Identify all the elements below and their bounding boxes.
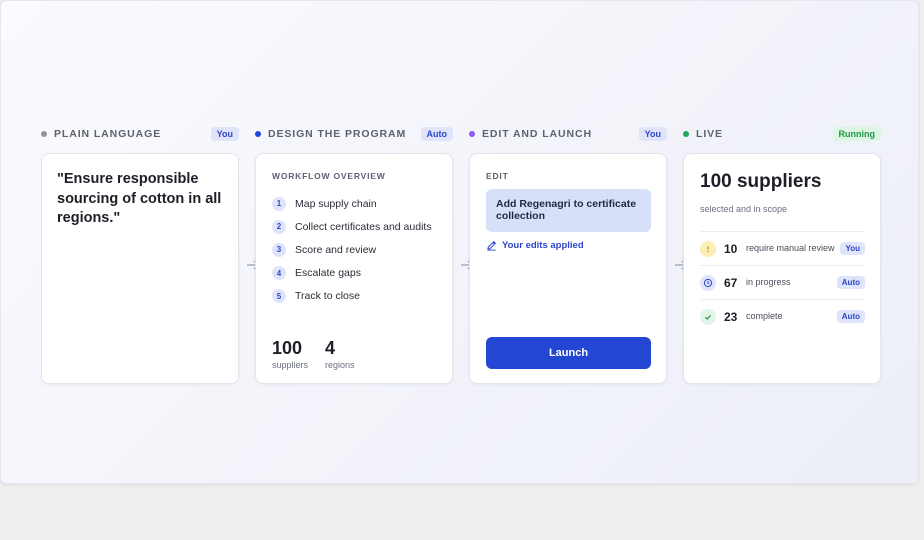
stage-header-edit: EDIT AND LAUNCH You bbox=[469, 125, 667, 143]
section-label: WORKFLOW OVERVIEW bbox=[272, 171, 386, 181]
stage-header-plain-language: PLAIN LANGUAGE You bbox=[41, 125, 239, 143]
status-count: 10 bbox=[724, 241, 738, 256]
stage-header-live: LIVE Running bbox=[683, 125, 881, 143]
stage-label: PLAIN LANGUAGE bbox=[54, 128, 162, 140]
stat-suppliers: 100 suppliers bbox=[272, 338, 308, 370]
status-dot bbox=[469, 131, 475, 137]
launch-button[interactable]: Launch bbox=[486, 337, 651, 369]
owner-badge: Auto bbox=[420, 127, 453, 141]
workflow-steps: 1 Map supply chain 2 Collect certificate… bbox=[272, 192, 432, 308]
workflow-panel: PLAIN LANGUAGE You DESIGN THE PROGRAM Au… bbox=[0, 0, 919, 484]
workflow-step: 5 Track to close bbox=[272, 285, 432, 308]
stat-value: 100 bbox=[272, 338, 303, 358]
status-label: require manual review bbox=[746, 242, 835, 253]
stat-caption: suppliers bbox=[272, 360, 309, 370]
status-list: 10 require manual review You 67 in progr… bbox=[700, 231, 865, 333]
stage-label: DESIGN THE PROGRAM bbox=[268, 128, 407, 140]
edits-applied-text: Your edits applied bbox=[502, 240, 584, 251]
step-number: 4 bbox=[272, 266, 286, 281]
step-number: 3 bbox=[272, 242, 286, 257]
stat-value: 4 bbox=[325, 338, 336, 358]
step-text: Escalate gaps bbox=[295, 267, 361, 280]
step-text: Score and review bbox=[295, 243, 377, 256]
status-label: complete bbox=[746, 310, 783, 321]
program-stats: 100 suppliers 4 regions bbox=[272, 338, 355, 370]
live-title: 100 suppliers bbox=[700, 171, 822, 192]
owner-badge: You bbox=[840, 242, 865, 255]
edit-suggestion[interactable]: Add Regenagri to certificate collection bbox=[486, 189, 651, 232]
goal-quote: "Ensure responsible sourcing of cotton i… bbox=[57, 171, 222, 226]
check-icon bbox=[700, 308, 716, 325]
stage-label: EDIT AND LAUNCH bbox=[482, 128, 592, 140]
pencil-icon bbox=[487, 241, 496, 251]
stage-header-design: DESIGN THE PROGRAM Auto bbox=[255, 125, 453, 143]
live-card: 100 suppliers selected and in scope 10 r… bbox=[683, 153, 881, 384]
alert-icon bbox=[700, 240, 716, 257]
step-text: Collect certificates and audits bbox=[295, 220, 432, 233]
step-number: 5 bbox=[272, 289, 286, 304]
live-subtitle: selected and in scope bbox=[700, 204, 788, 214]
stat-regions: 4 regions bbox=[325, 338, 355, 370]
plain-language-card: "Ensure responsible sourcing of cotton i… bbox=[41, 153, 239, 384]
stage-label: LIVE bbox=[696, 128, 723, 140]
step-text: Track to close bbox=[295, 290, 360, 303]
status-row-complete[interactable]: 23 complete Auto bbox=[700, 299, 865, 333]
running-badge: Running bbox=[832, 127, 881, 141]
status-label: in progress bbox=[746, 276, 791, 287]
status-row-in-progress[interactable]: 67 in progress Auto bbox=[700, 265, 865, 299]
edits-applied-status: Your edits applied bbox=[486, 240, 584, 251]
design-card: WORKFLOW OVERVIEW 1 Map supply chain 2 C… bbox=[255, 153, 453, 384]
status-row-manual-review[interactable]: 10 require manual review You bbox=[700, 231, 865, 265]
workflow-step: 2 Collect certificates and audits bbox=[272, 215, 432, 238]
stat-caption: regions bbox=[325, 360, 355, 370]
owner-badge: Auto bbox=[836, 310, 865, 323]
status-dot bbox=[683, 131, 689, 137]
owner-badge: You bbox=[210, 127, 239, 141]
owner-badge: Auto bbox=[836, 276, 865, 289]
edit-card: EDIT Add Regenagri to certificate collec… bbox=[469, 153, 667, 384]
clock-icon bbox=[700, 274, 716, 291]
status-count: 23 bbox=[724, 309, 738, 324]
step-number: 1 bbox=[272, 196, 286, 211]
status-count: 67 bbox=[724, 275, 738, 290]
status-dot bbox=[41, 131, 47, 137]
status-dot bbox=[255, 131, 261, 137]
step-text: Map supply chain bbox=[295, 197, 377, 210]
workflow-step: 1 Map supply chain bbox=[272, 192, 432, 215]
workflow-step: 3 Score and review bbox=[272, 238, 432, 261]
workflow-step: 4 Escalate gaps bbox=[272, 262, 432, 285]
step-number: 2 bbox=[272, 219, 286, 234]
section-label: EDIT bbox=[486, 171, 509, 181]
owner-badge: You bbox=[638, 127, 667, 141]
